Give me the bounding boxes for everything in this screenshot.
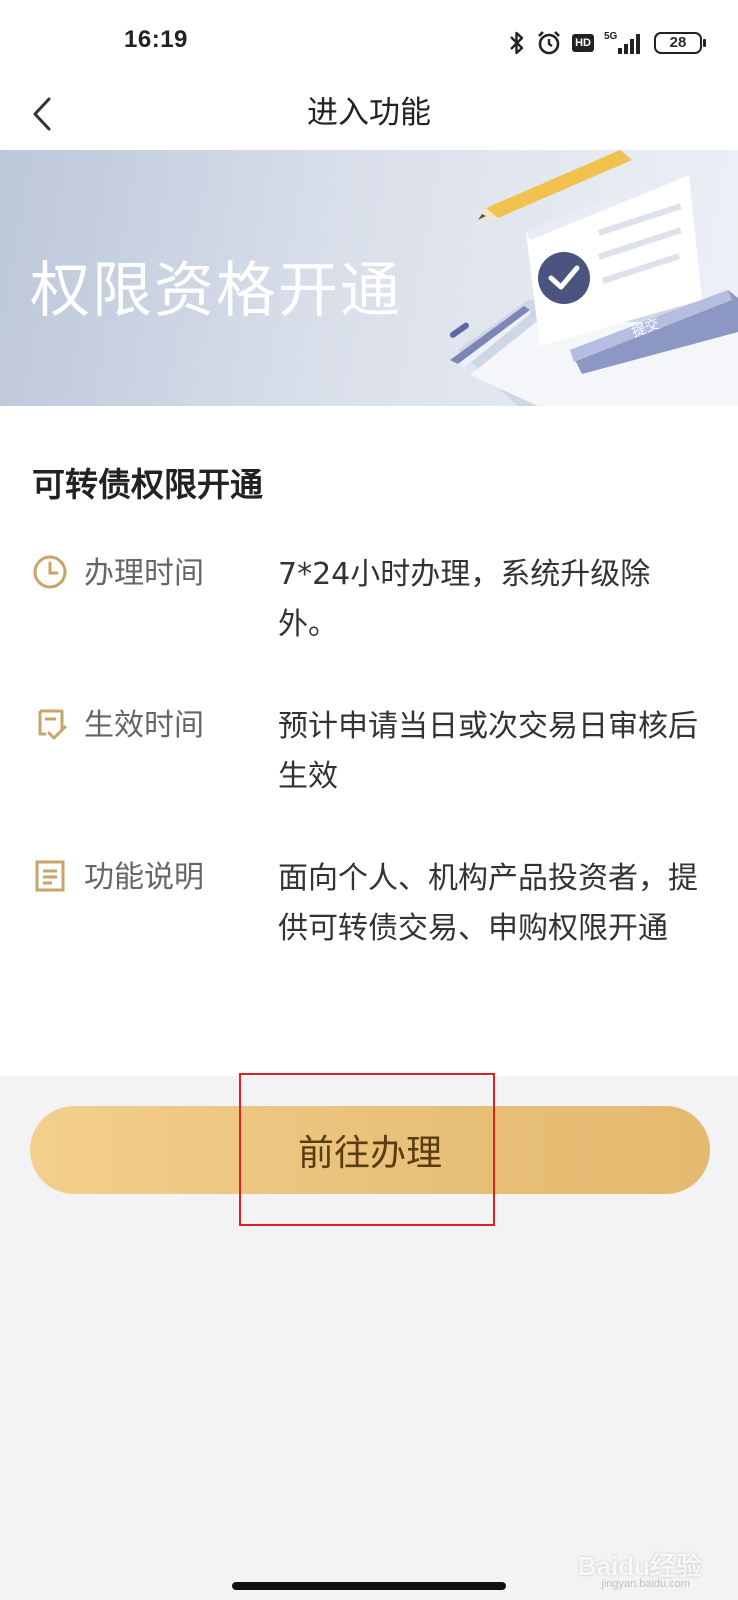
info-label: 功能说明 xyxy=(84,860,204,895)
home-indicator[interactable] xyxy=(232,1582,506,1590)
info-label: 生效时间 xyxy=(84,708,204,743)
annotation-highlight-box xyxy=(239,1073,495,1226)
info-card: 可转债权限开通 办理时间 7*24小时办理，系统升级除外。 生效时间 预计申请当… xyxy=(0,406,738,1076)
status-time: 16:19 xyxy=(124,26,188,53)
banner-title: 权限资格开通 xyxy=(30,256,402,326)
banner-illustration: 提交 xyxy=(449,150,738,406)
page-title: 进入功能 xyxy=(307,95,431,131)
nav-bar: 进入功能 xyxy=(0,78,738,150)
clock-icon xyxy=(33,555,67,589)
info-value: 预计申请当日或次交易日审核后生效 xyxy=(278,709,698,794)
info-value: 面向个人、机构产品投资者，提供可转债交易、申购权限开通 xyxy=(278,861,698,946)
battery-indicator: 28 xyxy=(654,32,706,54)
signal-icon: 5G xyxy=(604,31,640,54)
document-icon xyxy=(35,860,65,892)
bluetooth-icon xyxy=(510,31,524,55)
checklist-icon xyxy=(38,709,67,740)
network-label: 5G xyxy=(604,31,618,42)
status-icons: HD 5G 28 xyxy=(508,28,706,58)
info-value: 7*24小时办理，系统升级除外。 xyxy=(278,557,651,642)
info-label: 办理时间 xyxy=(84,556,204,591)
watermark-url: jingyan.baidu.com xyxy=(601,1578,690,1590)
status-bar: 16:19 HD 5G 28 xyxy=(0,0,738,78)
alarm-icon xyxy=(538,31,561,55)
hd-badge: HD xyxy=(572,34,594,52)
section-title: 可转债权限开通 xyxy=(32,465,263,504)
banner: 提交 权限资格开通 xyxy=(0,150,738,406)
